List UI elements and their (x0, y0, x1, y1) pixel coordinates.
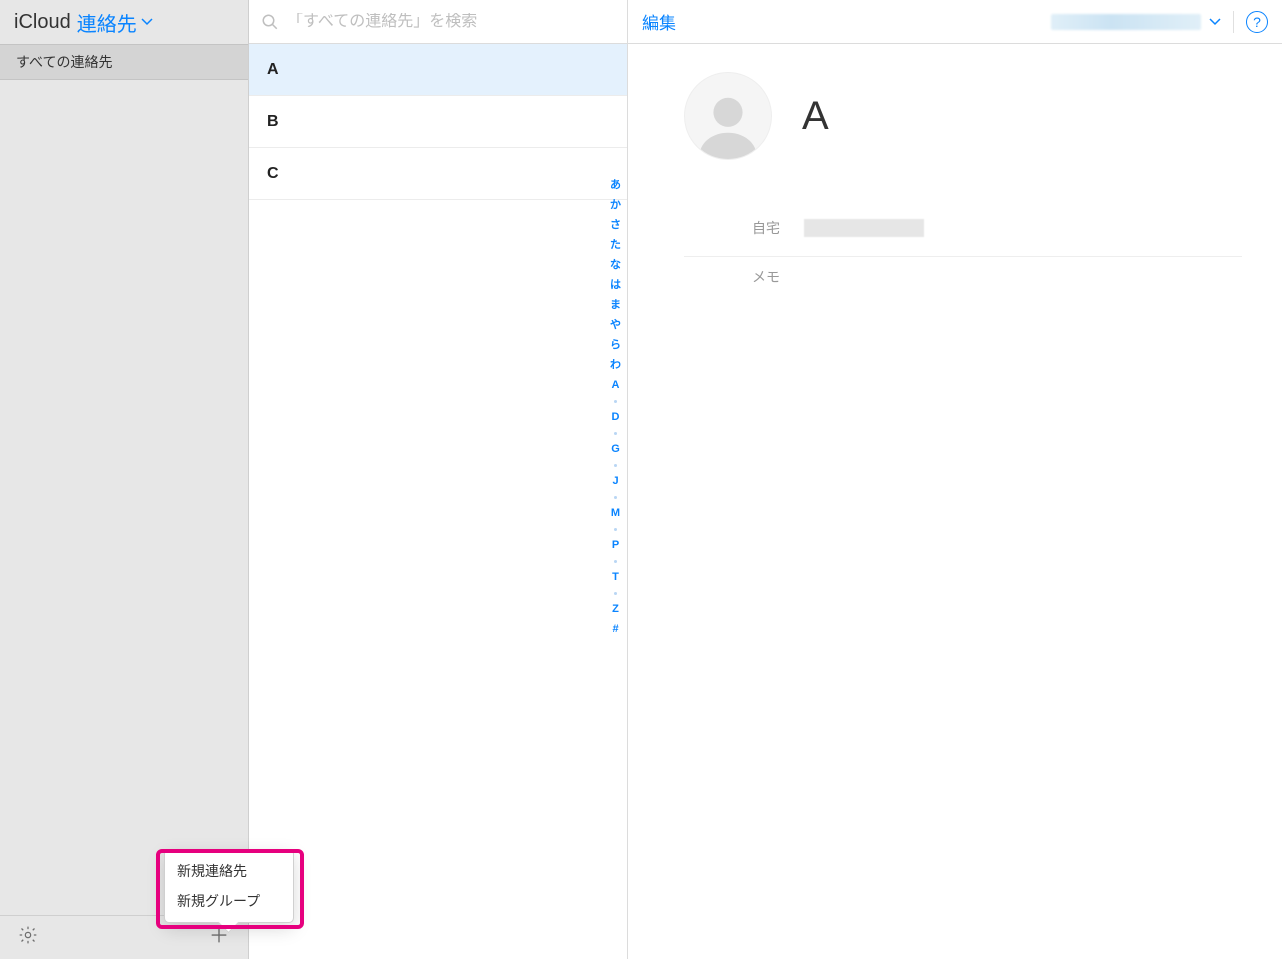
index-dot (614, 464, 617, 467)
index-letter[interactable]: T (612, 572, 619, 583)
app-name[interactable]: iCloud (14, 11, 71, 34)
account-dropdown[interactable] (1051, 14, 1221, 30)
index-letter[interactable]: あ (610, 180, 621, 191)
index-dot (614, 592, 617, 595)
popup-new-group[interactable]: 新規グループ (165, 886, 293, 916)
index-letter[interactable]: さ (610, 220, 621, 231)
contact-list-column: A B C あかさたなはまやらわADGJMPTZ# (249, 0, 628, 959)
detail-header: 編集 ? (628, 0, 1282, 44)
search-row (249, 0, 627, 44)
index-letter[interactable]: は (610, 280, 621, 291)
index-dot (614, 496, 617, 499)
section-dropdown[interactable]: 連絡先 (77, 8, 153, 37)
index-letter[interactable]: A (612, 380, 620, 391)
avatar[interactable] (684, 72, 772, 160)
index-dot (614, 400, 617, 403)
gear-icon (18, 925, 38, 945)
index-letter[interactable]: D (612, 412, 620, 423)
contact-item[interactable]: A (249, 44, 627, 96)
search-input[interactable] (287, 13, 615, 31)
field-label: メモ (684, 267, 804, 287)
index-letter[interactable]: ま (610, 300, 621, 311)
field-value-redacted (804, 219, 924, 237)
chevron-down-icon (141, 16, 153, 28)
detail-body: A 自宅 メモ (628, 44, 1282, 959)
sidebar-group-all[interactable]: すべての連絡先 (0, 44, 248, 80)
index-letter[interactable]: な (610, 260, 621, 271)
contact-list: A B C (249, 44, 627, 959)
index-letter[interactable]: # (612, 624, 618, 635)
index-letter[interactable]: Z (612, 604, 619, 615)
person-icon (693, 89, 763, 159)
contact-name: A (802, 94, 829, 139)
settings-button[interactable] (18, 925, 38, 950)
popup-new-contact[interactable]: 新規連絡先 (165, 856, 293, 886)
index-dot (614, 432, 617, 435)
field-label: 自宅 (684, 218, 804, 238)
edit-button[interactable]: 編集 (642, 9, 676, 34)
add-popup: 新規連絡先 新規グループ (164, 849, 294, 923)
alpha-index[interactable]: あかさたなはまやらわA D G J M P T Z # (610, 180, 621, 635)
detail-column: 編集 ? A 自宅 メモ (628, 0, 1282, 959)
help-button[interactable]: ? (1246, 11, 1268, 33)
sidebar: iCloud 連絡先 すべての連絡先 新規連絡先 新規グループ (0, 0, 249, 959)
chevron-down-icon (1209, 16, 1221, 28)
index-letter[interactable]: J (612, 476, 618, 487)
contact-item[interactable]: B (249, 96, 627, 148)
index-letter[interactable]: か (610, 200, 621, 211)
index-letter[interactable]: P (612, 540, 619, 551)
section-label: 連絡先 (77, 8, 137, 37)
index-letter[interactable]: や (610, 320, 621, 331)
index-letter[interactable]: M (611, 508, 620, 519)
index-letter[interactable]: た (610, 240, 621, 251)
index-letter[interactable]: G (611, 444, 620, 455)
account-name-redacted (1051, 14, 1201, 30)
contact-card-header: A (684, 72, 1242, 160)
index-dot (614, 560, 617, 563)
sidebar-header: iCloud 連絡先 (0, 0, 248, 44)
question-icon: ? (1253, 14, 1261, 30)
field-row-home: 自宅 (684, 208, 1242, 257)
field-row-memo: メモ (684, 257, 1242, 305)
index-dot (614, 528, 617, 531)
divider (1233, 11, 1234, 33)
contact-item[interactable]: C (249, 148, 627, 200)
index-letter[interactable]: わ (610, 360, 621, 371)
search-icon (261, 13, 279, 31)
index-letter[interactable]: ら (610, 340, 621, 351)
